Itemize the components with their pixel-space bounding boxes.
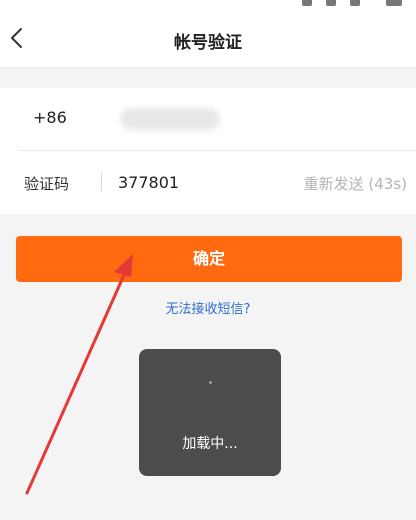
account-verification-screen: 帐号验证 +86 验证码 重新发送 (43s) 确定 无法接收短信? 加载中..… xyxy=(0,0,416,520)
phone-number-redacted xyxy=(120,108,220,130)
nav-header: 帐号验证 xyxy=(0,8,416,68)
code-separator xyxy=(101,173,102,191)
verification-code-input[interactable] xyxy=(118,165,268,199)
page-title: 帐号验证 xyxy=(174,33,242,53)
status-icons xyxy=(290,0,410,6)
loading-toast: 加载中... xyxy=(139,349,281,476)
signal-icon xyxy=(326,0,336,6)
spinner-icon xyxy=(209,381,212,384)
verification-form: +86 验证码 重新发送 (43s) xyxy=(0,88,416,214)
code-row: 验证码 重新发送 (43s) xyxy=(0,151,416,214)
alarm-icon xyxy=(302,0,312,6)
confirm-button[interactable]: 确定 xyxy=(16,236,402,282)
code-label: 验证码 xyxy=(24,175,70,193)
cannot-receive-sms-link[interactable]: 无法接收短信? xyxy=(0,298,416,317)
battery-icon xyxy=(386,0,402,6)
phone-row: +86 xyxy=(0,88,416,151)
resend-code-button[interactable]: 重新发送 (43s) xyxy=(304,173,407,194)
country-code[interactable]: +86 xyxy=(33,108,67,127)
loading-text: 加载中... xyxy=(182,436,238,452)
wifi-icon xyxy=(350,0,360,6)
status-bar xyxy=(0,0,416,8)
